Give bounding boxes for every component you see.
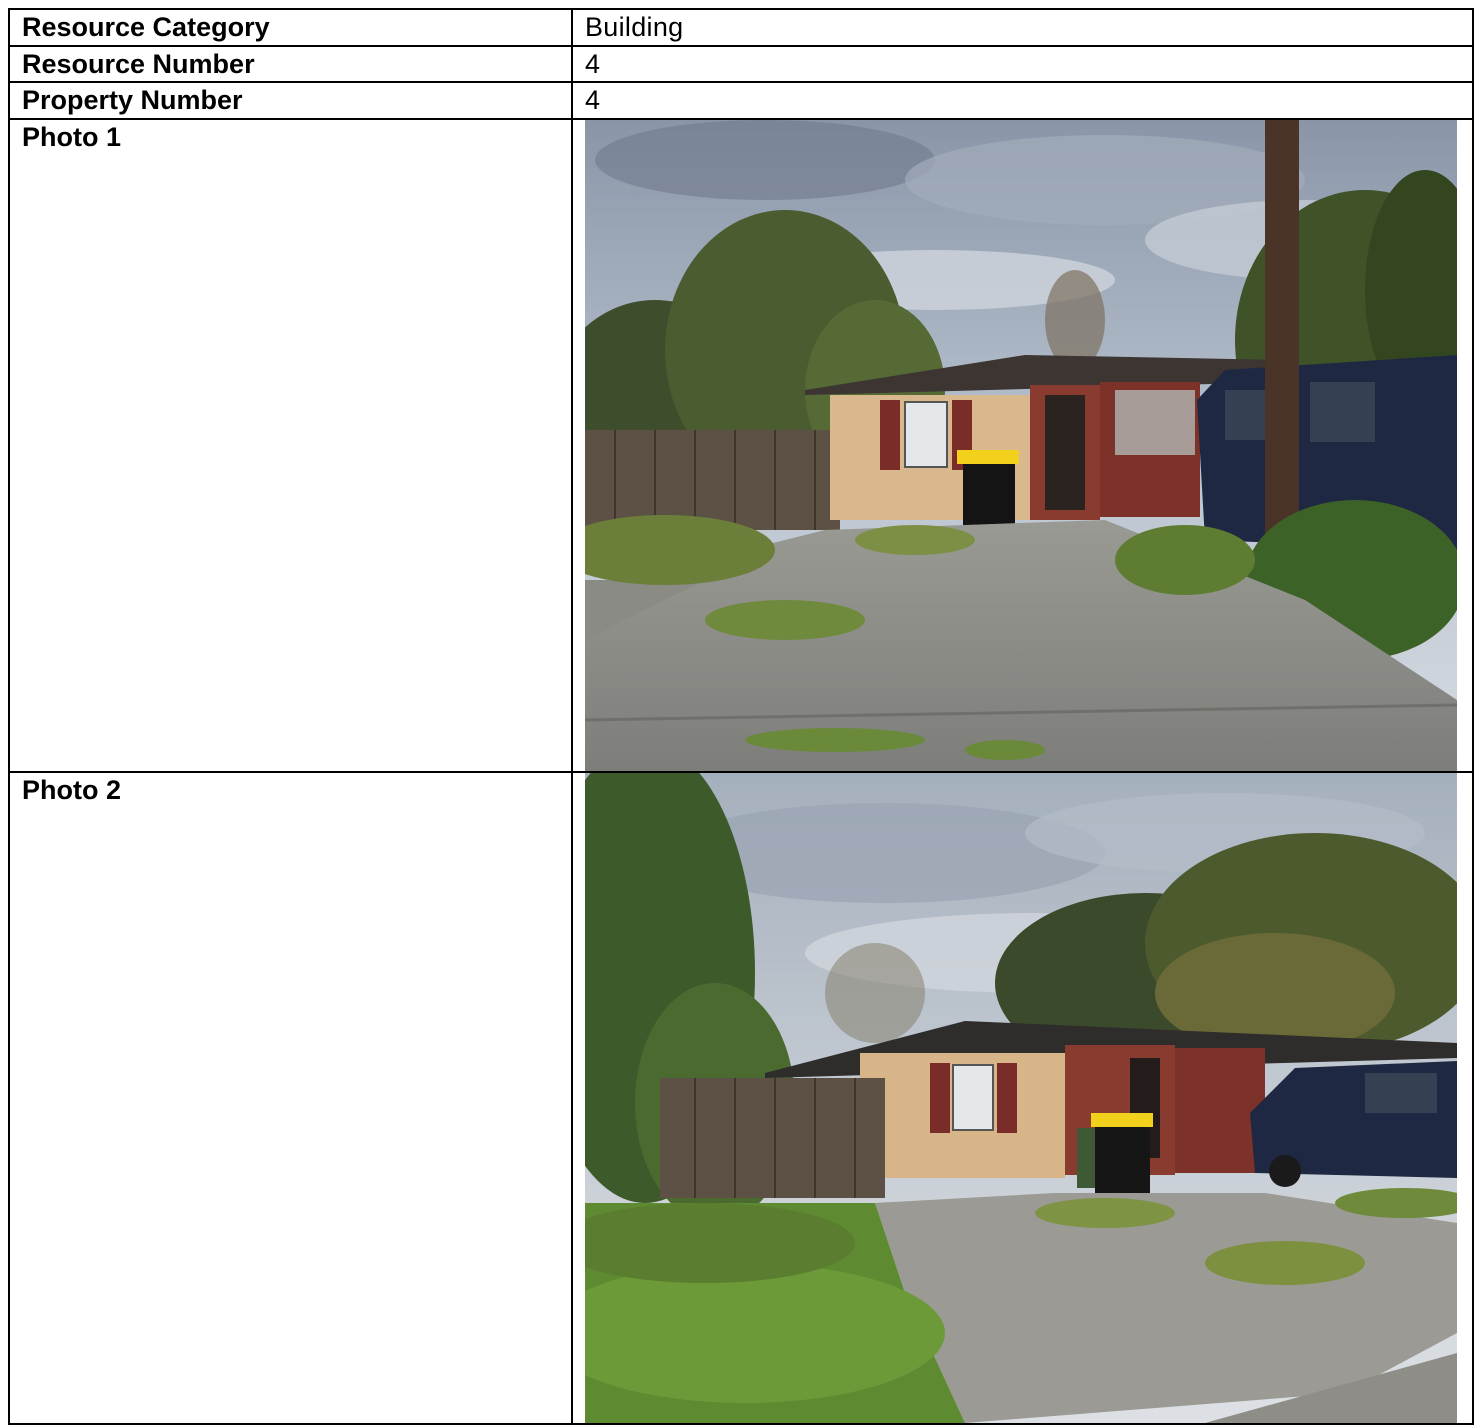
resource-record-table: Resource Category Building Resource Numb…	[8, 8, 1474, 1425]
resource-number-label: Resource Number	[8, 45, 573, 83]
property-number-value: 4	[571, 81, 1474, 120]
property-number-label: Property Number	[8, 81, 573, 120]
photo-2-image	[585, 773, 1457, 1423]
photo-1-label: Photo 1	[8, 118, 573, 773]
resource-category-label: Resource Category	[8, 8, 573, 47]
photo-1-cell	[571, 118, 1474, 773]
row-property-number: Property Number 4	[8, 81, 1474, 120]
row-resource-number: Resource Number 4	[8, 45, 1474, 83]
row-photo-2: Photo 2	[8, 771, 1474, 1425]
row-resource-category: Resource Category Building	[8, 8, 1474, 47]
photo-2-cell	[571, 771, 1474, 1425]
photo-2-label: Photo 2	[8, 771, 573, 1425]
photo-1-image	[585, 120, 1457, 771]
resource-category-value: Building	[571, 8, 1474, 47]
resource-number-value: 4	[571, 45, 1474, 83]
row-photo-1: Photo 1	[8, 118, 1474, 773]
